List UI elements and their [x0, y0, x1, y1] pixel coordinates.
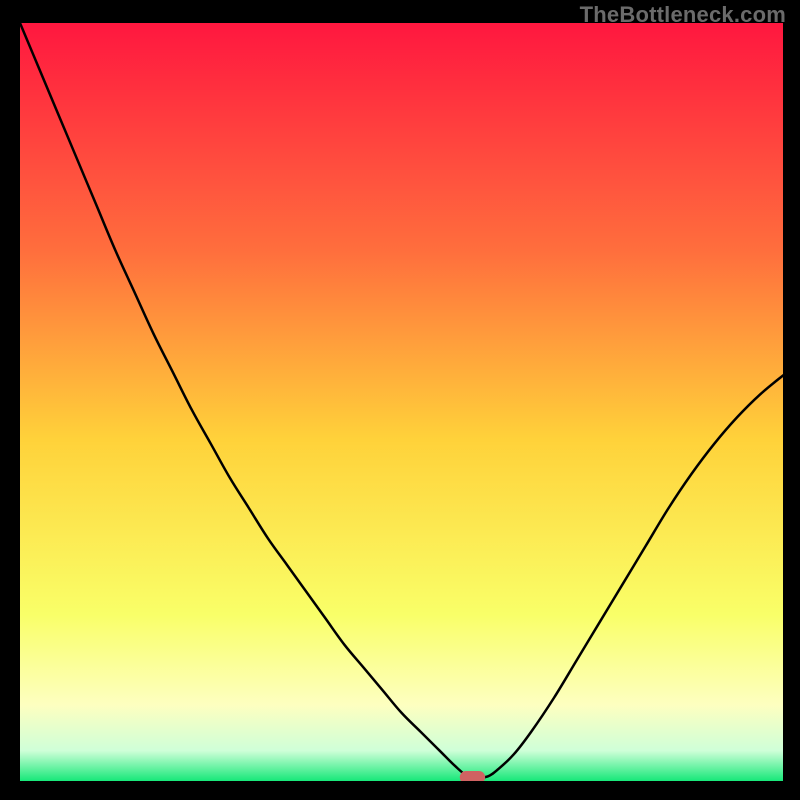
- gradient-background: [20, 23, 783, 781]
- bottleneck-chart: [20, 23, 783, 781]
- optimal-point-marker: [460, 772, 484, 781]
- watermark-text: TheBottleneck.com: [580, 2, 786, 28]
- chart-frame: TheBottleneck.com: [0, 0, 800, 800]
- plot-area: [20, 23, 783, 781]
